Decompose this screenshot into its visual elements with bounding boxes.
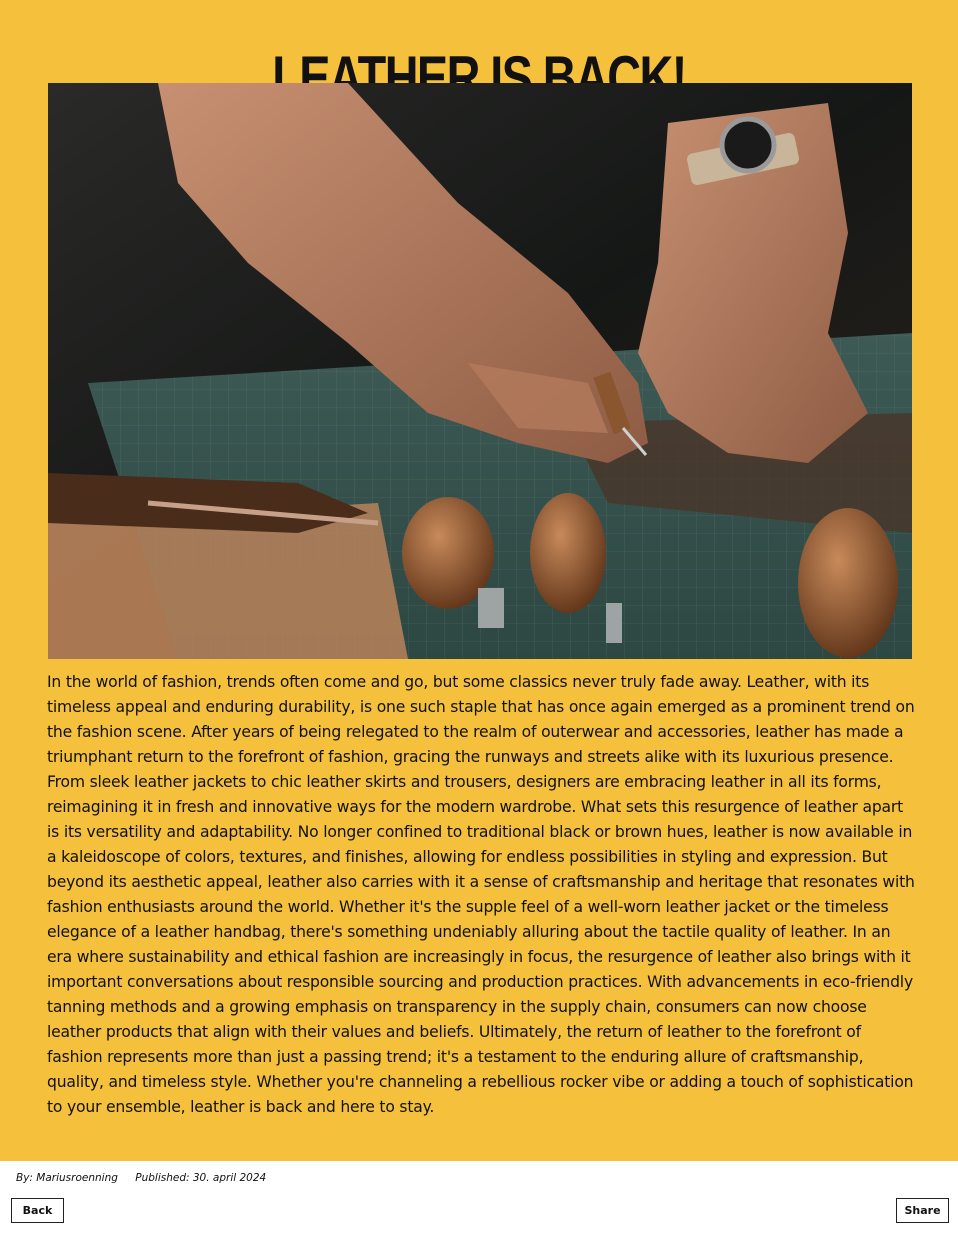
article-hero-image — [48, 83, 912, 659]
author-label: By: Mariusroenning — [16, 1172, 118, 1184]
published-date: Published: 30. april 2024 — [135, 1172, 267, 1184]
share-button[interactable]: Share — [896, 1198, 949, 1223]
article-card: Leather is back! — [0, 0, 958, 1161]
article-body: In the world of fashion, trends often co… — [47, 673, 915, 1116]
article-meta: By: Mariusroenning Published: 30. april … — [16, 1172, 280, 1184]
back-button[interactable]: Back — [11, 1198, 64, 1223]
article-footer: By: Mariusroenning Published: 30. april … — [0, 1161, 958, 1254]
